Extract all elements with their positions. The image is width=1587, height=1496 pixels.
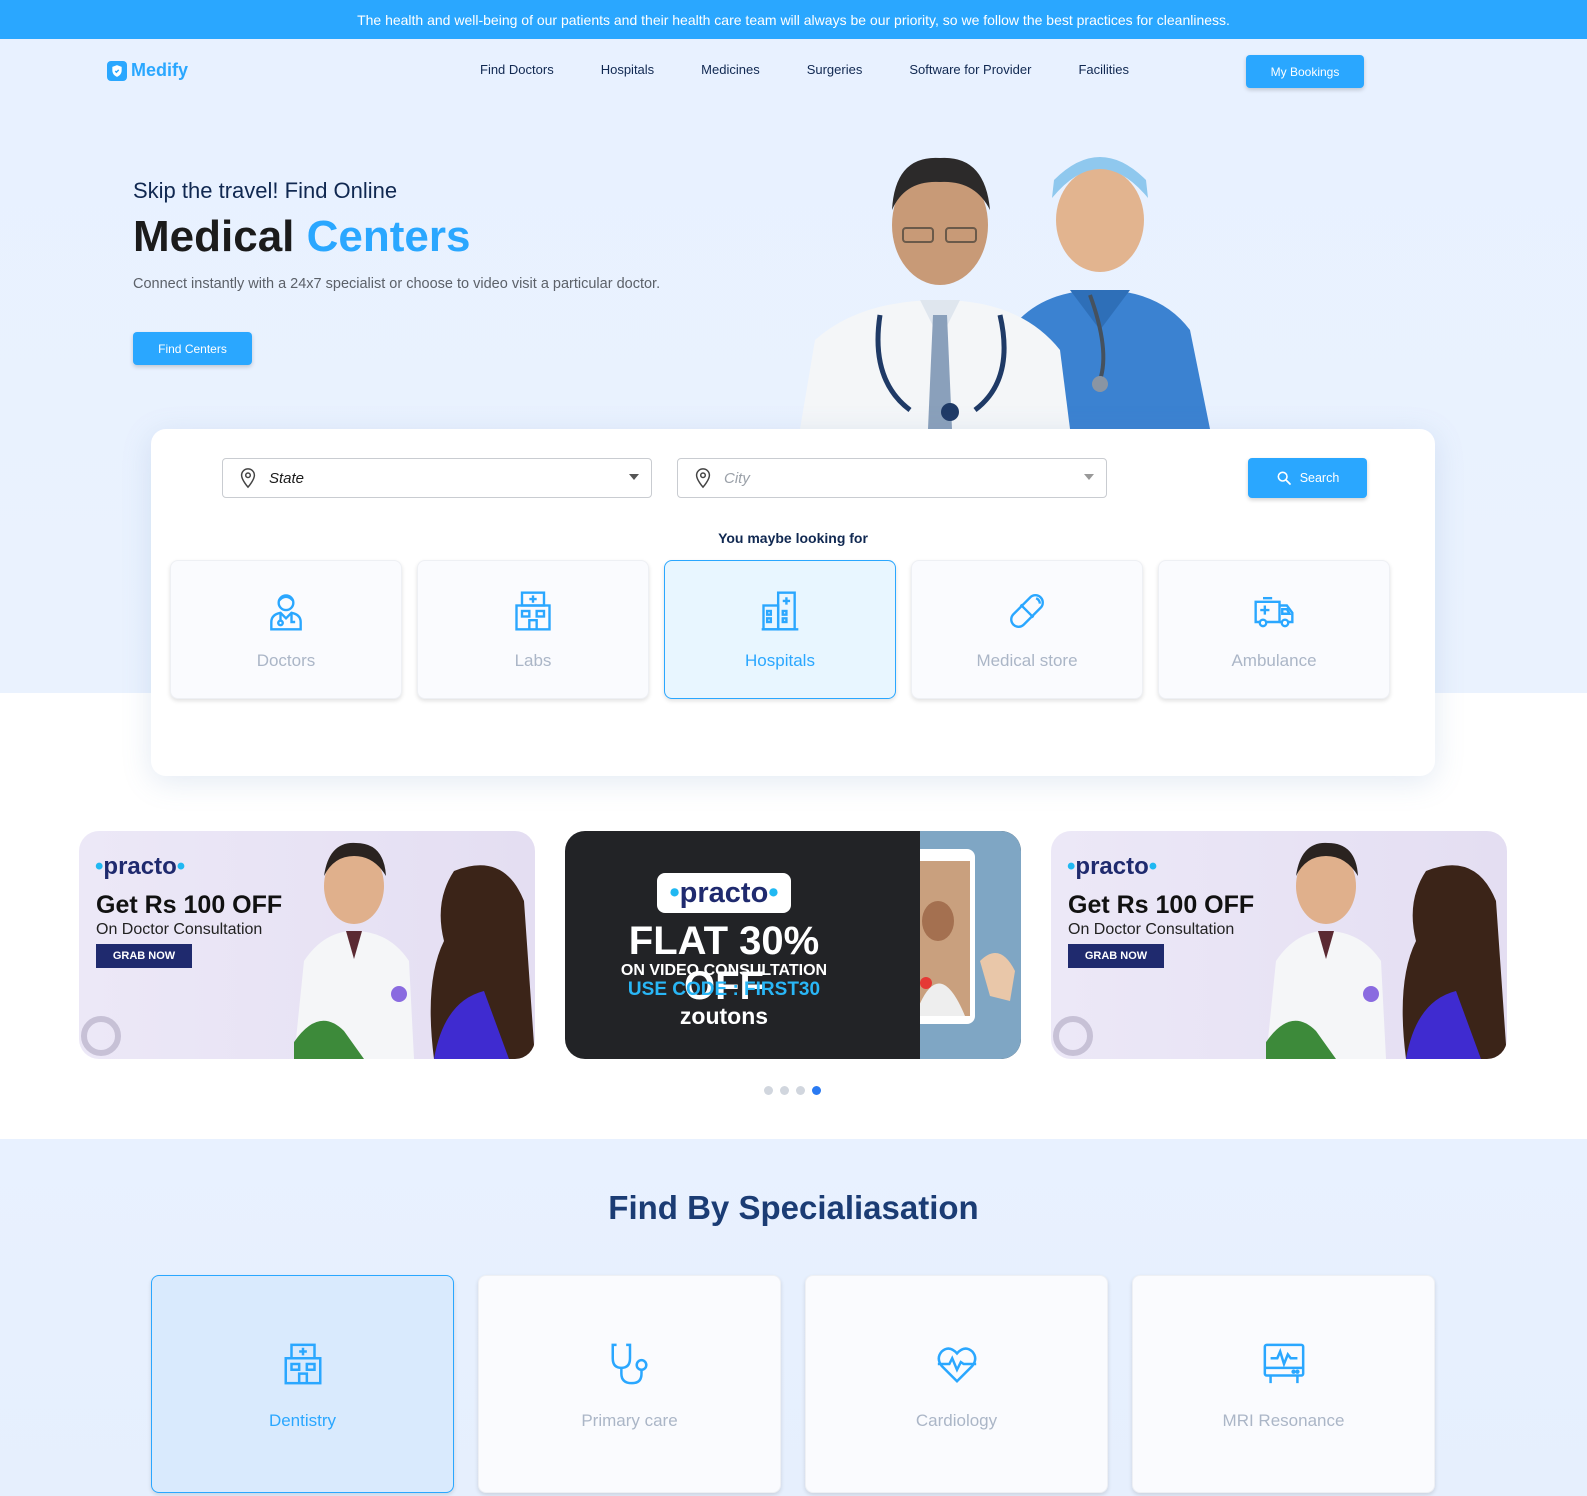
hero-title-main: Medical [133,212,295,261]
banner-subline: On Doctor Consultation [96,921,263,938]
ring-decoration [1053,1016,1093,1056]
looking-for-title: You maybe looking for [718,530,868,546]
hero-title-accent: Centers [306,212,471,261]
search-button-label: Search [1299,471,1340,485]
announcement-bar: The health and well-being of our patient… [0,0,1587,39]
ring-decoration [81,1016,121,1056]
search-button[interactable]: Search [1248,458,1367,498]
navbar: Medify Find Doctors Hospitals Medicines … [0,39,1587,105]
location-pin-icon [695,468,711,489]
hospital-building-icon [284,1343,321,1385]
spec-label: Primary care [581,1411,678,1430]
specialisation-title: Find By Specialiasation [608,1189,979,1226]
search-card: State City Search You maybe looking for … [151,429,1435,776]
hero-title: Medical Centers [133,212,673,262]
chevron-down-icon [1084,474,1094,480]
state-select[interactable]: State [222,458,652,498]
nav-facilities[interactable]: Facilities [1078,62,1129,77]
state-value: State [269,469,305,487]
banner-headline: Get Rs 100 OFF [96,891,283,919]
category-label: Hospitals [745,651,815,670]
banner-partner: zoutons [679,1003,769,1029]
carousel-dots [764,1086,821,1095]
specialisation-list: Dentistry Primary care Cardiology MRI Re… [151,1275,1435,1493]
my-bookings-button[interactable]: My Bookings [1246,55,1364,88]
category-hospitals[interactable]: Hospitals [664,560,896,699]
spec-primary-care[interactable]: Primary care [478,1275,781,1493]
carousel-dot-3[interactable] [796,1086,805,1095]
doctor-icon [270,594,302,631]
grab-now-button[interactable]: GRAB NOW [1068,944,1164,968]
spec-label: Dentistry [268,1411,337,1430]
spec-dentistry[interactable]: Dentistry [151,1275,454,1493]
search-icon [1277,471,1291,485]
logo[interactable]: Medify [107,60,188,81]
banner-brand: •practo• [1067,853,1158,880]
offer-banner-3[interactable]: •practo• Get Rs 100 OFF On Doctor Consul… [1051,831,1507,1059]
spec-cardiology[interactable]: Cardiology [805,1275,1108,1493]
city-select[interactable]: City [677,458,1107,498]
hero-description: Connect instantly with a 24x7 specialist… [133,276,661,292]
carousel-dot-4[interactable] [812,1086,821,1095]
category-label: Ambulance [1231,651,1317,670]
spec-label: MRI Resonance [1222,1411,1345,1430]
capsule-icon [1010,594,1044,628]
banner-brand: •practo• [95,853,186,880]
chevron-down-icon [629,474,639,480]
nav-medicines[interactable]: Medicines [701,62,760,77]
lab-icon [515,591,551,631]
banner-brand: •practo• [657,873,791,913]
category-ambulance[interactable]: Ambulance [1158,560,1390,699]
heart-pulse-icon [937,1347,976,1384]
shield-icon [107,60,127,81]
hero-doctors-image [800,140,1240,429]
find-centers-button[interactable]: Find Centers [133,332,252,365]
offer-banner-1[interactable]: •practo• Get Rs 100 OFF On Doctor Consul… [79,831,535,1059]
hero-text: Skip the travel! Find Online Medical Cen… [133,178,673,295]
announcement-text: The health and well-being of our patient… [357,11,1230,28]
nav-software-for-provider[interactable]: Software for Provider [909,62,1031,77]
hospital-icon [761,591,799,631]
nav-hospitals[interactable]: Hospitals [601,62,654,77]
category-labs[interactable]: Labs [417,560,649,699]
city-placeholder: City [724,469,750,487]
stethoscope-icon [611,1343,648,1385]
banner-code: USE CODE : FIRST30 [627,979,821,1000]
banner-headline: Get Rs 100 OFF [1068,891,1255,919]
category-label: Doctors [256,651,316,670]
grab-now-button[interactable]: GRAB NOW [96,944,192,968]
nav-links: Find Doctors Hospitals Medicines Surgeri… [480,62,1176,77]
nav-find-doctors[interactable]: Find Doctors [480,62,554,77]
location-pin-icon [240,468,256,489]
carousel-dot-1[interactable] [764,1086,773,1095]
doctor-patient-image [294,842,535,1059]
doctor-patient-image [1266,842,1507,1059]
spec-mri-resonance[interactable]: MRI Resonance [1132,1275,1435,1493]
carousel-dot-2[interactable] [780,1086,789,1095]
nav-surgeries[interactable]: Surgeries [807,62,863,77]
banner-subline: On Doctor Consultation [1068,921,1235,938]
banner-subline: ON VIDEO CONSULTATION [620,962,828,979]
category-label: Medical store [976,651,1078,670]
category-list: Doctors Labs Hospitals Medical store Amb… [170,560,1390,699]
spec-label: Cardiology [915,1411,998,1430]
monitor-pulse-icon [1263,1343,1304,1384]
logo-text: Medify [131,60,189,80]
offer-banner-2[interactable]: • practo • FLAT 30% OFF ON VIDEO CONSULTAT… [565,831,1021,1059]
category-doctors[interactable]: Doctors [170,560,402,699]
category-medical-store[interactable]: Medical store [911,560,1143,699]
ambulance-icon [1254,596,1294,628]
category-label: Labs [514,651,552,670]
video-call-phone-image [920,831,1021,1059]
hero-subtitle: Skip the travel! Find Online [133,178,398,203]
